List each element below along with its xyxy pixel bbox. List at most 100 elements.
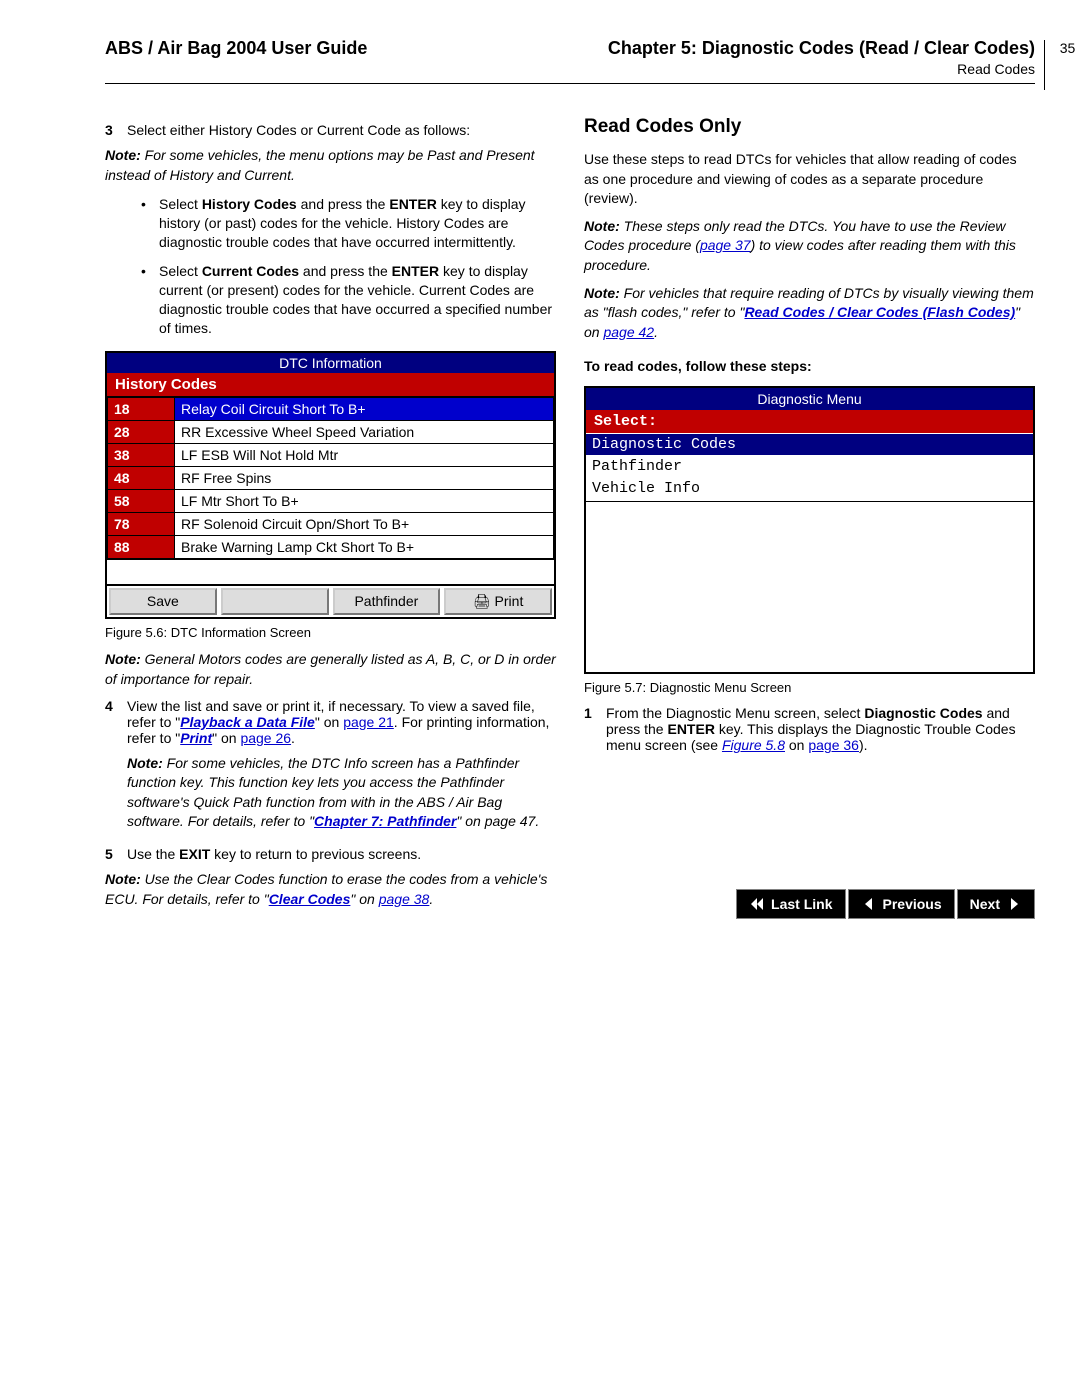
chevron-right-icon bbox=[1006, 896, 1022, 912]
dtc-row[interactable]: 78RF Solenoid Circuit Opn/Short To B+ bbox=[108, 513, 554, 536]
note-clear: Note: Use the Clear Codes function to er… bbox=[105, 870, 556, 909]
dtc-code: 28 bbox=[108, 421, 175, 444]
step-3-num: 3 bbox=[105, 122, 127, 138]
last-link-label: Last Link bbox=[771, 896, 832, 912]
double-chevron-left-icon bbox=[749, 896, 765, 912]
t: key to return to previous screens. bbox=[210, 846, 421, 862]
link-flash-codes[interactable]: Read Codes / Clear Codes (Flash Codes) bbox=[744, 304, 1015, 320]
diag-blank-area bbox=[586, 501, 1033, 672]
dtc-code: 18 bbox=[108, 398, 175, 421]
dtc-row[interactable]: 38LF ESB Will Not Hold Mtr bbox=[108, 444, 554, 467]
note-label: Note: bbox=[105, 651, 141, 667]
right-note-2: Note: For vehicles that require reading … bbox=[584, 284, 1035, 343]
link-page37[interactable]: page 37 bbox=[700, 237, 751, 253]
dtc-desc: RF Solenoid Circuit Opn/Short To B+ bbox=[175, 513, 554, 536]
right-p1: Use these steps to read DTCs for vehicle… bbox=[584, 150, 1035, 209]
next-button[interactable]: Next bbox=[957, 889, 1035, 919]
step-3: 3 Select either History Codes or Current… bbox=[105, 122, 556, 138]
t: and press the bbox=[299, 263, 392, 279]
chapter-subtitle: Read Codes bbox=[608, 61, 1035, 77]
diag-menu-item[interactable]: Vehicle Info bbox=[586, 477, 1033, 499]
previous-label: Previous bbox=[883, 896, 942, 912]
t: . bbox=[291, 730, 295, 746]
doc-title: ABS / Air Bag 2004 User Guide bbox=[105, 38, 608, 59]
link-page36[interactable]: page 36 bbox=[808, 737, 859, 753]
step-5-body: Use the EXIT key to return to previous s… bbox=[127, 846, 556, 862]
step-4-note: Note: For some vehicles, the DTC Info sc… bbox=[127, 754, 556, 832]
note-label: Note: bbox=[127, 755, 163, 771]
link-clear-codes[interactable]: Clear Codes bbox=[269, 891, 351, 907]
note-label: Note: bbox=[584, 285, 620, 301]
diag-menu-item[interactable]: Diagnostic Codes bbox=[586, 433, 1033, 455]
dtc-code: 88 bbox=[108, 536, 175, 559]
dtc-button[interactable]: Save bbox=[109, 588, 217, 615]
link-print[interactable]: Print bbox=[180, 730, 212, 746]
t: From the Diagnostic Menu screen, select bbox=[606, 705, 864, 721]
dtc-row[interactable]: 58LF Mtr Short To B+ bbox=[108, 490, 554, 513]
step-5-num: 5 bbox=[105, 846, 127, 862]
dtc-blank-area bbox=[107, 559, 554, 584]
dtc-window-title: DTC Information bbox=[107, 353, 554, 373]
t: Select bbox=[159, 263, 202, 279]
dtc-code: 78 bbox=[108, 513, 175, 536]
t: . bbox=[429, 891, 433, 907]
step-5: 5 Use the EXIT key to return to previous… bbox=[105, 846, 556, 862]
header-rule bbox=[105, 83, 1035, 84]
page-header: ABS / Air Bag 2004 User Guide Chapter 5:… bbox=[45, 38, 1035, 77]
dtc-row[interactable]: 88Brake Warning Lamp Ckt Short To B+ bbox=[108, 536, 554, 559]
note-label: Note: bbox=[105, 147, 141, 163]
t: Diagnostic Codes bbox=[864, 705, 982, 721]
link-page26[interactable]: page 26 bbox=[240, 730, 291, 746]
dtc-desc: Relay Coil Circuit Short To B+ bbox=[175, 398, 554, 421]
dtc-code: 38 bbox=[108, 444, 175, 467]
figure-5-7-caption: Figure 5.7: Diagnostic Menu Screen bbox=[584, 680, 1035, 695]
note-label: Note: bbox=[105, 871, 141, 887]
t: and press the bbox=[297, 196, 390, 212]
next-label: Next bbox=[970, 896, 1000, 912]
right-note-1: Note: These steps only read the DTCs. Yo… bbox=[584, 217, 1035, 276]
figure-5-7: Diagnostic Menu Select: Diagnostic Codes… bbox=[584, 386, 1035, 674]
dtc-button[interactable]: Pathfinder bbox=[333, 588, 441, 615]
dtc-desc: LF Mtr Short To B+ bbox=[175, 490, 554, 513]
t: ENTER bbox=[667, 721, 714, 737]
right-step-1-body: From the Diagnostic Menu screen, select … bbox=[606, 705, 1035, 753]
t: . bbox=[654, 324, 658, 340]
dtc-desc: RR Excessive Wheel Speed Variation bbox=[175, 421, 554, 444]
dtc-buttons: Save Pathfinder🖨 Print bbox=[107, 584, 554, 617]
step-4-body: View the list and save or print it, if n… bbox=[127, 698, 556, 840]
step-3-text: Select either History Codes or Current C… bbox=[127, 122, 556, 138]
t: " on bbox=[350, 891, 378, 907]
footer-nav: Last Link Previous Next bbox=[736, 889, 1035, 919]
t: Current Codes bbox=[202, 263, 299, 279]
step-3-note-text: For some vehicles, the menu options may … bbox=[105, 147, 535, 183]
section-heading: Read Codes Only bbox=[584, 116, 1035, 138]
diag-select-label: Select: bbox=[586, 410, 1033, 433]
dtc-subtitle: History Codes bbox=[107, 373, 554, 397]
dtc-code: 58 bbox=[108, 490, 175, 513]
step-3-note: Note: For some vehicles, the menu option… bbox=[105, 146, 556, 185]
t: " on bbox=[315, 714, 343, 730]
last-link-button[interactable]: Last Link bbox=[736, 889, 845, 919]
link-page42[interactable]: page 42 bbox=[603, 324, 654, 340]
dtc-code: 48 bbox=[108, 467, 175, 490]
dtc-button[interactable]: 🖨 Print bbox=[444, 588, 552, 615]
dtc-desc: Brake Warning Lamp Ckt Short To B+ bbox=[175, 536, 554, 559]
step-3-bullets: Select History Codes and press the ENTER… bbox=[141, 195, 556, 337]
previous-button[interactable]: Previous bbox=[848, 889, 955, 919]
bullet-history: Select History Codes and press the ENTER… bbox=[141, 195, 556, 252]
link-page21[interactable]: page 21 bbox=[343, 714, 394, 730]
link-figure58[interactable]: Figure 5.8 bbox=[722, 737, 785, 753]
dtc-row[interactable]: 28RR Excessive Wheel Speed Variation bbox=[108, 421, 554, 444]
chapter-title: Chapter 5: Diagnostic Codes (Read / Clea… bbox=[608, 38, 1035, 59]
note-gm-text: General Motors codes are generally liste… bbox=[105, 651, 556, 687]
figure-5-6-caption: Figure 5.6: DTC Information Screen bbox=[105, 625, 556, 640]
page-number: 35 bbox=[1044, 40, 1080, 90]
right-step-1-num: 1 bbox=[584, 705, 606, 753]
dtc-row[interactable]: 48RF Free Spins bbox=[108, 467, 554, 490]
link-chapter7[interactable]: Chapter 7: Pathfinder bbox=[314, 813, 456, 829]
diag-list: Diagnostic CodesPathfinderVehicle Info bbox=[586, 433, 1033, 499]
link-playback[interactable]: Playback a Data File bbox=[180, 714, 315, 730]
link-page38[interactable]: page 38 bbox=[379, 891, 430, 907]
diag-menu-item[interactable]: Pathfinder bbox=[586, 455, 1033, 477]
dtc-row[interactable]: 18Relay Coil Circuit Short To B+ bbox=[108, 398, 554, 421]
